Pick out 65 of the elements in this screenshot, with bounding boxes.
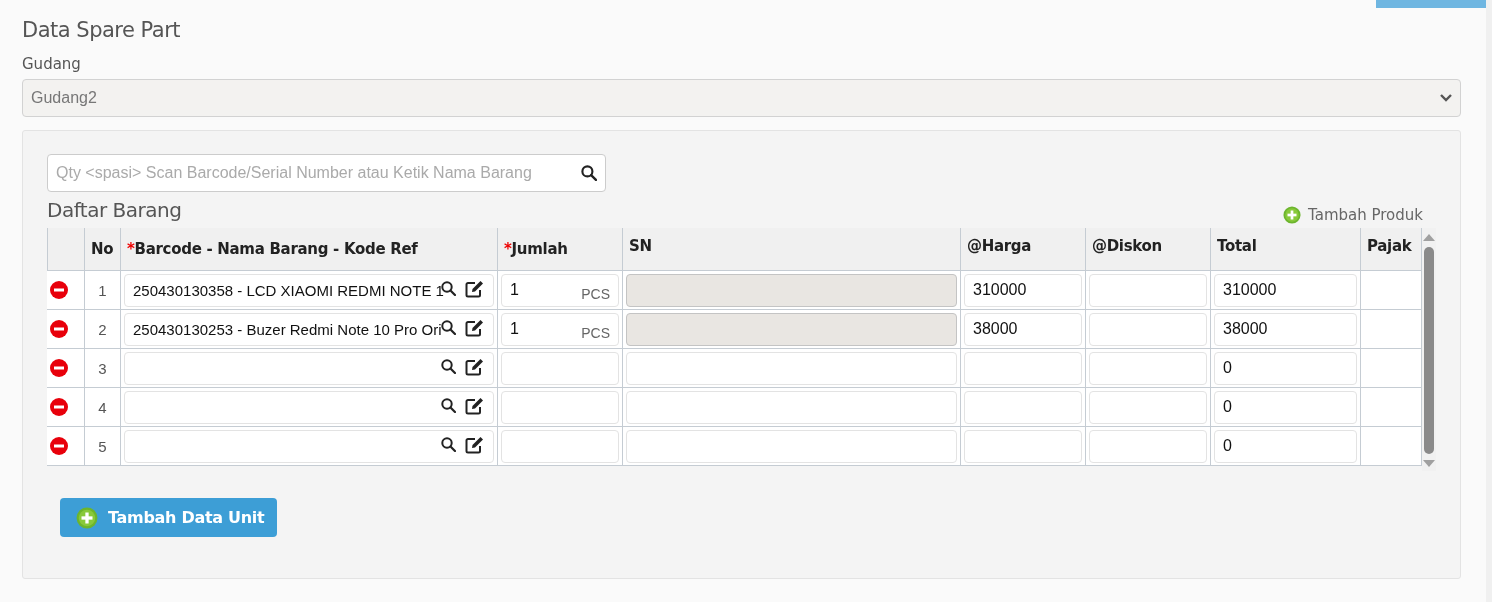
quantity-field[interactable]: [501, 351, 619, 385]
section-title: Daftar Barang: [47, 198, 182, 222]
column-header: @Diskon: [1092, 237, 1162, 255]
serial-number-field[interactable]: [626, 351, 957, 385]
total-field[interactable]: 310000: [1214, 273, 1357, 307]
discount-field[interactable]: [1089, 312, 1207, 346]
item-field[interactable]: [124, 429, 494, 463]
page-title: Data Spare Part: [22, 18, 182, 42]
item-field[interactable]: 250430130253 - Buzer Redmi Note 10 Pro Ori: [124, 312, 494, 346]
column-header: @Harga: [967, 237, 1032, 255]
search-icon[interactable]: [581, 165, 597, 181]
edit-icon[interactable]: [465, 318, 485, 337]
search-icon[interactable]: [441, 437, 456, 452]
search-icon[interactable]: [441, 320, 456, 335]
discount-field[interactable]: [1089, 351, 1207, 385]
price-field[interactable]: 310000: [964, 273, 1082, 307]
remove-icon[interactable]: [50, 320, 68, 338]
quantity-field[interactable]: [501, 429, 619, 463]
price-field[interactable]: [964, 429, 1082, 463]
discount-field[interactable]: [1089, 390, 1207, 424]
plus-circle-icon: [76, 506, 98, 529]
total-field[interactable]: 0: [1214, 390, 1357, 424]
column-header: *Jumlah: [504, 240, 568, 258]
discount-field[interactable]: [1089, 273, 1207, 307]
row-number: 2: [98, 320, 107, 338]
quantity-field[interactable]: [501, 390, 619, 424]
remove-icon[interactable]: [50, 359, 68, 377]
price-field[interactable]: 38000: [964, 312, 1082, 346]
column-header: *Barcode - Nama Barang - Kode Ref: [127, 240, 418, 258]
item-field[interactable]: [124, 351, 494, 385]
remove-icon[interactable]: [50, 437, 68, 455]
column-header: SN: [629, 237, 652, 255]
quantity-field[interactable]: 1 PCS: [501, 273, 619, 307]
edit-icon[interactable]: [465, 435, 485, 454]
row-number: 5: [98, 437, 107, 455]
row-number: 1: [98, 281, 107, 299]
column-header: No: [91, 240, 114, 258]
price-field[interactable]: [964, 390, 1082, 424]
add-product-link[interactable]: Tambah Produk: [1283, 206, 1423, 224]
quantity-field[interactable]: 1 PCS: [501, 312, 619, 346]
total-field[interactable]: 38000: [1214, 312, 1357, 346]
item-field[interactable]: 250430130358 - LCD XIAOMI REDMI NOTE 1: [124, 273, 494, 307]
serial-number-field[interactable]: [626, 429, 957, 463]
edit-icon[interactable]: [465, 357, 485, 376]
column-header: Total: [1217, 237, 1257, 255]
item-field[interactable]: [124, 390, 494, 424]
search-field[interactable]: Qty <spasi> Scan Barcode/Serial Number atau Ketik Nama Barang: [47, 154, 606, 192]
remove-icon[interactable]: [50, 281, 68, 299]
search-icon[interactable]: [441, 359, 456, 374]
row-number: 3: [98, 359, 107, 377]
edit-icon[interactable]: [465, 279, 485, 298]
chevron-down-icon: [1440, 94, 1452, 102]
row-number: 4: [98, 398, 107, 416]
price-field[interactable]: [964, 351, 1082, 385]
discount-field[interactable]: [1089, 429, 1207, 463]
field-label: Gudang: [22, 55, 81, 73]
column-header: Pajak: [1367, 237, 1412, 255]
search-icon[interactable]: [441, 281, 456, 296]
total-field[interactable]: 0: [1214, 351, 1357, 385]
plus-circle-icon: [1283, 206, 1301, 224]
total-field[interactable]: 0: [1214, 429, 1357, 463]
edit-icon[interactable]: [465, 396, 485, 415]
serial-number-field[interactable]: [626, 390, 957, 424]
search-icon[interactable]: [441, 398, 456, 413]
remove-icon[interactable]: [50, 398, 68, 416]
